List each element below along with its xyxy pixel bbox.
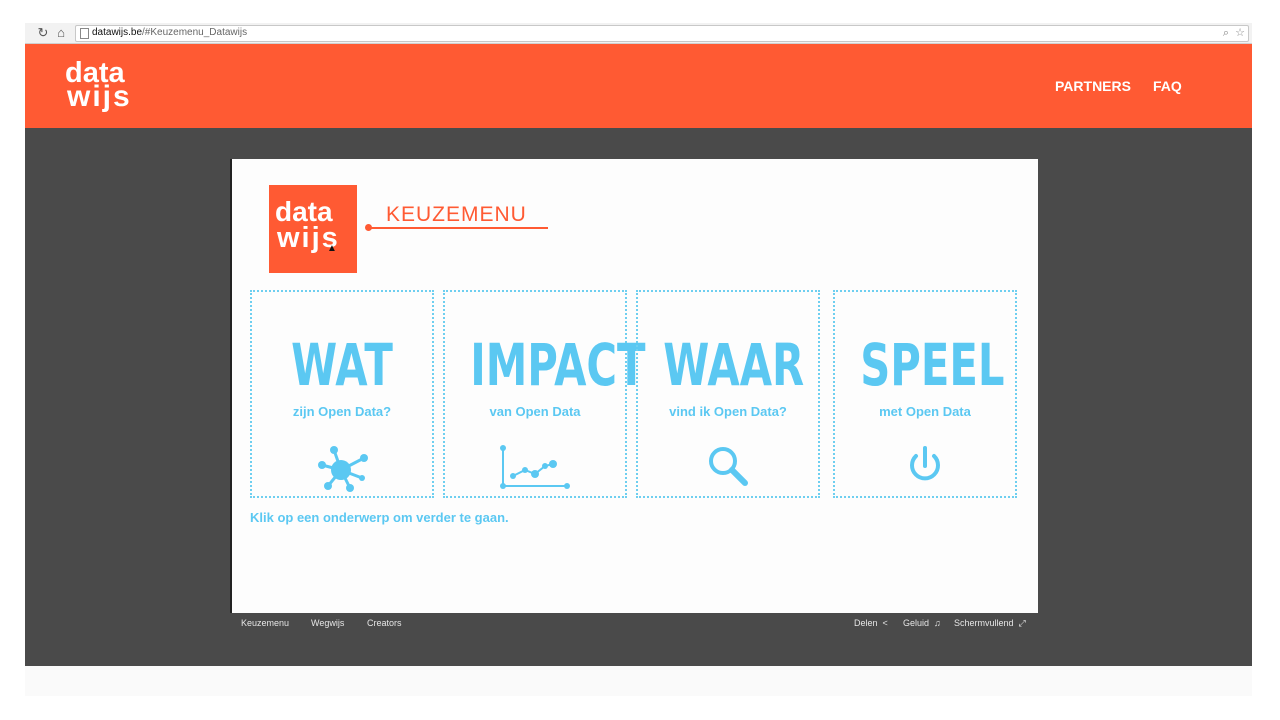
nav-faq[interactable]: FAQ [1153, 78, 1182, 94]
card-subtitle: vind ik Open Data? [669, 404, 787, 419]
mouse-cursor-icon: ▲ [327, 243, 337, 254]
page-icon [80, 28, 89, 39]
instruction-text: Klik op een onderwerp om verder te gaan. [250, 510, 509, 525]
slide-logo[interactable]: data wijs ▲ [269, 185, 357, 273]
card-subtitle: van Open Data [489, 404, 581, 419]
line-chart-icon [499, 444, 571, 495]
magnifier-icon [706, 444, 750, 493]
browser-toolbar: ↻ ⌂ datawijs.be/#Keuzemenu_Datawijs ⌕ ☆ [25, 23, 1252, 44]
url-path: /#Keuzemenu_Datawijs [142, 27, 248, 38]
card-speel[interactable]: SPEEL met Open Data [833, 290, 1017, 498]
player-link-keuzemenu[interactable]: Keuzemenu [241, 618, 289, 628]
card-title: WAAR [663, 331, 805, 399]
card-title: SPEEL [860, 331, 1005, 399]
share-label: Delen [854, 618, 878, 628]
reload-icon[interactable]: ↻ [35, 25, 51, 41]
card-impact[interactable]: IMPACT van Open Data [443, 290, 646, 498]
url-text: datawijs.be/#Keuzemenu_Datawijs [92, 27, 247, 39]
logo-line-2: wijs [67, 80, 132, 113]
card-waar[interactable]: WAAR vind ik Open Data? [636, 290, 820, 498]
fullscreen-icon: ⤢ [1016, 618, 1026, 628]
fullscreen-label: Schermvullend [954, 618, 1014, 628]
keuzemenu-slide: data wijs ▲ KEUZEMENU WAT zijn Open Data… [230, 159, 1038, 613]
card-subtitle: zijn Open Data? [292, 404, 392, 419]
sound-label: Geluid [903, 618, 930, 628]
address-bar[interactable]: datawijs.be/#Keuzemenu_Datawijs ⌕ ☆ [75, 25, 1249, 42]
home-icon[interactable]: ⌂ [53, 25, 69, 41]
title-underline [368, 227, 548, 229]
player-link-wegwijs[interactable]: Wegwijs [311, 618, 344, 628]
title-dot [365, 224, 372, 231]
power-icon [905, 444, 945, 493]
url-domain: datawijs.be [92, 27, 143, 38]
datawijs-logo[interactable]: data wijs [65, 58, 135, 116]
card-title: WAT [291, 331, 393, 399]
nav-partners[interactable]: PARTNERS [1055, 78, 1131, 94]
card-title: IMPACT [470, 331, 646, 399]
presentation-stage: data wijs ▲ KEUZEMENU WAT zijn Open Data… [25, 128, 1252, 666]
fullscreen-button[interactable]: Schermvullend ⤢ [954, 618, 1026, 629]
page-bottom [25, 666, 1252, 696]
share-button[interactable]: Delen < [854, 618, 888, 628]
speaker-icon: ♫ [931, 618, 941, 628]
bookmark-star-icon[interactable]: ☆ [1234, 26, 1246, 40]
card-wat[interactable]: WAT zijn Open Data? [250, 290, 434, 498]
zoom-icon[interactable]: ⌕ [1220, 26, 1232, 40]
site-header: data wijs PARTNERS FAQ [25, 44, 1252, 128]
card-subtitle: met Open Data [879, 404, 971, 419]
player-link-creators[interactable]: Creators [367, 618, 402, 628]
sound-button[interactable]: Geluid ♫ [903, 618, 941, 628]
network-icon [314, 444, 370, 499]
share-icon: < [880, 618, 888, 628]
slide-title: KEUZEMENU [386, 203, 527, 226]
